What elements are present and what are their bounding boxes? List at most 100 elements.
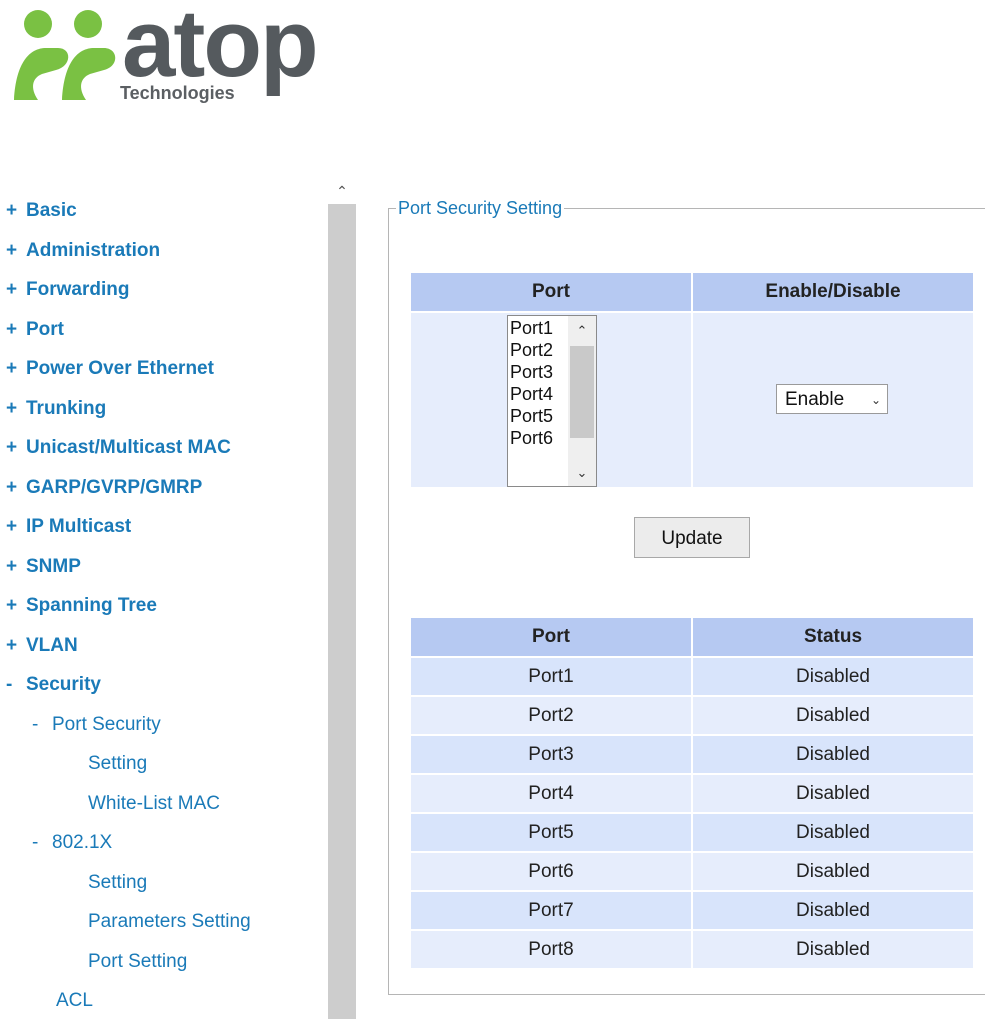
expand-icon: + xyxy=(6,516,18,537)
logo-tagline: Technologies xyxy=(116,82,239,104)
expand-icon: + xyxy=(6,240,18,261)
port-option[interactable]: Port3 xyxy=(510,362,553,382)
sidebar-item-port-setting[interactable]: Port Setting xyxy=(88,951,187,973)
status-cell: Disabled xyxy=(693,775,973,812)
sidebar-item-white-list-mac[interactable]: White-List MAC xyxy=(88,793,220,815)
sidebar-item-security[interactable]: - Security xyxy=(0,674,101,696)
sidebar-item-label: Parameters Setting xyxy=(88,911,251,932)
port-cell: Port8 xyxy=(411,931,691,968)
scrollbar-track[interactable] xyxy=(328,204,356,1019)
chevron-down-icon[interactable]: ⌄ xyxy=(568,462,596,484)
sidebar-item-acl[interactable]: ACL xyxy=(56,990,93,1012)
sidebar-item-label: Security xyxy=(26,674,101,695)
sidebar-item-label: Port Security xyxy=(52,714,161,735)
sidebar-item-port-security-setting[interactable]: Setting xyxy=(88,753,147,775)
column-header-status: Status xyxy=(693,618,973,656)
expand-icon: + xyxy=(6,319,18,340)
column-header-port: Port xyxy=(411,618,691,656)
panel-legend: Port Security Setting xyxy=(396,198,565,219)
table-row: Port3 Disabled xyxy=(411,736,973,773)
status-cell: Disabled xyxy=(693,658,973,695)
table-row: Port4 Disabled xyxy=(411,775,973,812)
logo-wordmark: atop xyxy=(122,0,319,97)
sidebar-item-8021x[interactable]: -802.1X xyxy=(32,832,112,854)
collapse-icon: - xyxy=(6,674,13,695)
expand-icon: + xyxy=(6,279,18,300)
status-cell: Disabled xyxy=(693,736,973,773)
collapse-icon: - xyxy=(32,832,39,853)
sidebar-item-label: Spanning Tree xyxy=(26,595,157,616)
port-cell: Port7 xyxy=(411,892,691,929)
port-cell: Port5 xyxy=(411,814,691,851)
enable-select-value: Enable xyxy=(785,389,845,410)
port-option[interactable]: Port2 xyxy=(510,340,553,360)
sidebar-scrollbar[interactable]: ⌃ xyxy=(328,180,356,1019)
status-cell: Disabled xyxy=(693,931,973,968)
table-row: Port6 Disabled xyxy=(411,853,973,890)
sidebar-item-label: SNMP xyxy=(26,556,81,577)
expand-icon: + xyxy=(6,398,18,419)
sidebar-item-unicast-multicast-mac[interactable]: + Unicast/Multicast MAC xyxy=(0,437,231,459)
expand-icon: + xyxy=(6,635,18,656)
expand-icon: + xyxy=(6,437,18,458)
sidebar-item-garp[interactable]: + GARP/GVRP/GMRP xyxy=(0,477,202,499)
sidebar-item-trunking[interactable]: + Trunking xyxy=(0,398,106,420)
port-option[interactable]: Port6 xyxy=(510,428,553,448)
sidebar-item-label: Basic xyxy=(26,200,77,221)
sidebar-item-8021x-setting[interactable]: Setting xyxy=(88,872,147,894)
sidebar-item-label: ACL xyxy=(56,990,93,1011)
port-cell: Port4 xyxy=(411,775,691,812)
table-row: Port5 Disabled xyxy=(411,814,973,851)
expand-icon: + xyxy=(6,595,18,616)
sidebar-item-spanning-tree[interactable]: + Spanning Tree xyxy=(0,595,157,617)
sidebar-item-label: Administration xyxy=(26,240,161,261)
chevron-up-icon[interactable]: ⌃ xyxy=(328,180,356,202)
port-cell: Port3 xyxy=(411,736,691,773)
port-cell: Port6 xyxy=(411,853,691,890)
collapse-icon: - xyxy=(32,714,39,735)
port-option[interactable]: Port4 xyxy=(510,384,553,404)
sidebar-item-label: Trunking xyxy=(26,398,107,419)
port-option[interactable]: Port5 xyxy=(510,406,553,426)
update-button[interactable]: Update xyxy=(634,517,750,558)
sidebar-item-label: GARP/GVRP/GMRP xyxy=(26,477,203,498)
enable-select[interactable]: Enable ⌄ xyxy=(776,384,888,414)
sidebar-item-administration[interactable]: + Administration xyxy=(0,240,160,262)
sidebar-item-label: IP Multicast xyxy=(26,516,132,537)
port-status-table: Port Status Port1 Disabled Port2 Disabled … xyxy=(409,616,975,970)
chevron-up-icon[interactable]: ⌃ xyxy=(568,320,596,342)
sidebar-item-ip-multicast[interactable]: + IP Multicast xyxy=(0,516,131,538)
status-cell: Disabled xyxy=(693,814,973,851)
column-header-enable: Enable/Disable xyxy=(693,273,973,311)
sidebar-item-snmp[interactable]: + SNMP xyxy=(0,556,81,578)
port-listbox[interactable]: Port1 Port2 Port3 Port4 Port5 Port6 ⌃ ⌄ xyxy=(507,315,597,487)
sidebar-item-label: VLAN xyxy=(26,635,78,656)
expand-icon: + xyxy=(6,556,18,577)
listbox-scroll-thumb[interactable] xyxy=(570,346,594,438)
sidebar-item-forwarding[interactable]: + Forwarding xyxy=(0,279,129,301)
sidebar-item-basic[interactable]: + Basic xyxy=(0,200,77,222)
atop-logo-mark-icon xyxy=(14,10,116,100)
column-header-port: Port xyxy=(411,273,691,311)
expand-icon: + xyxy=(6,358,18,379)
port-option[interactable]: Port1 xyxy=(510,318,553,338)
sidebar-item-label: Port Setting xyxy=(88,951,188,972)
sidebar-item-label: White-List MAC xyxy=(88,793,220,814)
sidebar-item-vlan[interactable]: + VLAN xyxy=(0,635,78,657)
sidebar-item-label: Port xyxy=(26,319,64,340)
table-row: Port1 Disabled xyxy=(411,658,973,695)
expand-icon: + xyxy=(6,200,18,221)
sidebar-item-label: Setting xyxy=(88,753,148,774)
sidebar-item-port[interactable]: + Port xyxy=(0,319,64,341)
chevron-down-icon: ⌄ xyxy=(870,393,881,407)
sidebar-item-poe[interactable]: + Power Over Ethernet xyxy=(0,358,214,380)
sidebar-item-port-security[interactable]: - Port Security xyxy=(32,714,161,736)
status-cell: Disabled xyxy=(693,697,973,734)
port-cell: Port1 xyxy=(411,658,691,695)
sidebar-item-parameters-setting[interactable]: Parameters Setting xyxy=(88,911,251,933)
sidebar-item-label: Power Over Ethernet xyxy=(26,358,214,379)
status-cell: Disabled xyxy=(693,853,973,890)
sidebar-item-label: Unicast/Multicast MAC xyxy=(26,437,231,458)
status-cell: Disabled xyxy=(693,892,973,929)
sidebar-item-label: 802.1X xyxy=(52,832,113,853)
